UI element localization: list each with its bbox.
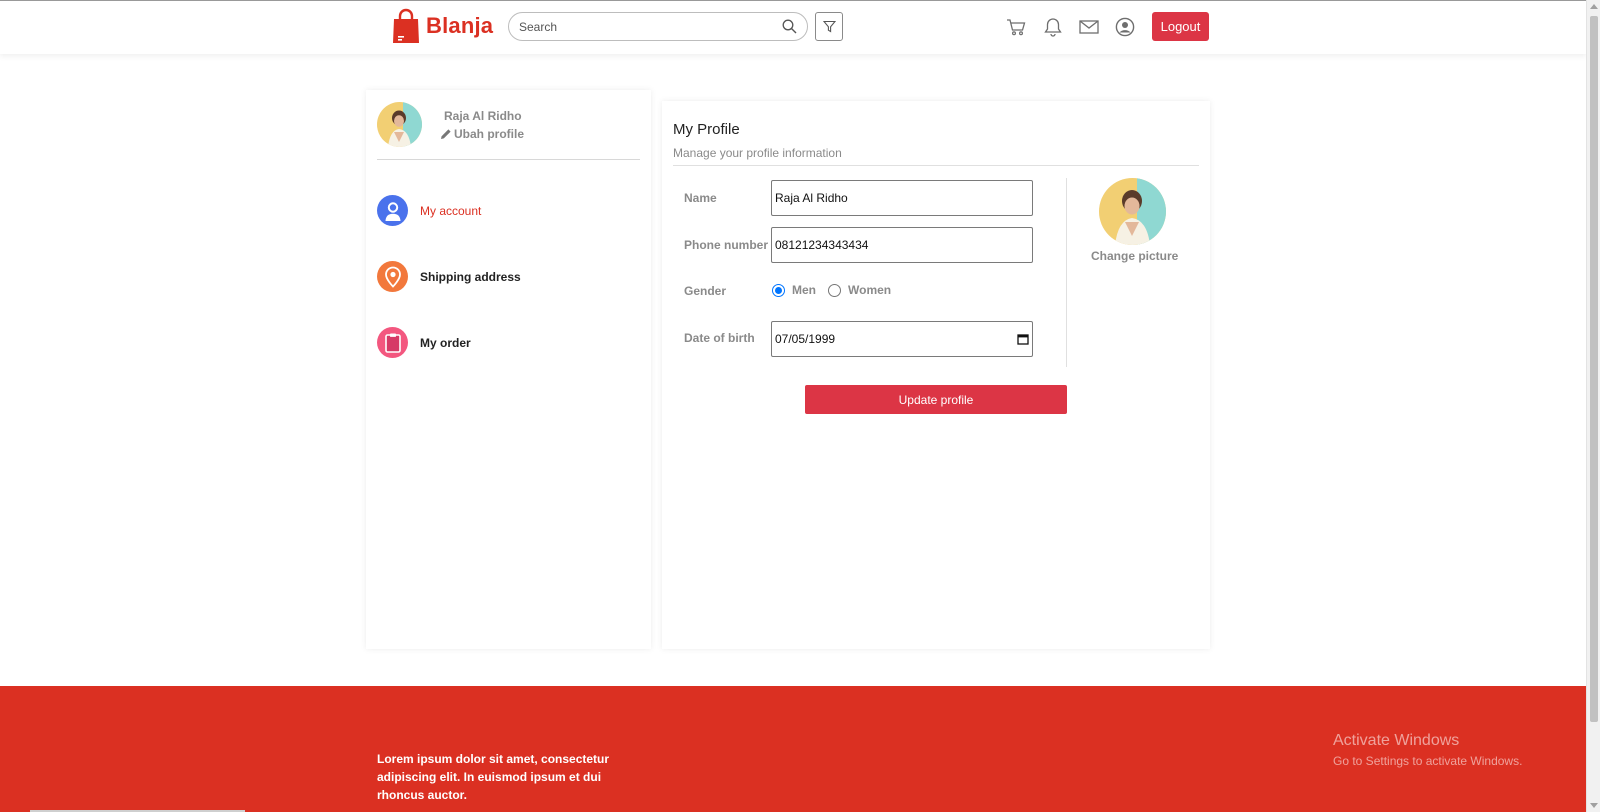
edit-profile-label: Ubah profile [454, 127, 525, 141]
scrollbar[interactable] [1586, 0, 1600, 812]
watermark-title: Activate Windows [1333, 732, 1460, 749]
top-navbar: Blanja Search Logout [0, 0, 1586, 54]
brand-logo[interactable]: Blanja [392, 8, 493, 44]
sidebar-item-my-order[interactable]: My order [377, 327, 471, 358]
bell-icon[interactable] [1042, 16, 1064, 38]
radio-label: Women [848, 283, 892, 297]
dob-value: 07/05/1999 [775, 332, 836, 346]
user-icon [377, 195, 408, 226]
filter-button[interactable] [815, 12, 843, 41]
sidebar-divider [377, 159, 640, 160]
card-divider [673, 165, 1199, 166]
search-icon[interactable] [782, 19, 797, 34]
scrollbar-thumb[interactable] [1590, 16, 1598, 722]
avatar [377, 102, 422, 147]
logout-button[interactable]: Logout [1152, 12, 1209, 41]
activate-windows-watermark: Activate Windows Go to Settings to activ… [1333, 732, 1522, 768]
dob-field[interactable]: 07/05/1999 [771, 321, 1033, 357]
page-title: My Profile [673, 121, 740, 138]
radio-label: Men [792, 283, 816, 297]
sidebar-item-label: Shipping address [420, 269, 521, 284]
page-subtitle: Manage your profile information [673, 146, 842, 160]
vertical-divider [1066, 178, 1067, 367]
user-circle-icon[interactable] [1114, 16, 1136, 38]
filter-icon [822, 20, 836, 33]
gender-radio-men[interactable]: Men [772, 283, 816, 297]
name-label: Name [684, 191, 717, 205]
search-bar[interactable] [508, 12, 808, 41]
change-picture-link[interactable]: Change picture [1091, 249, 1178, 263]
footer: Lorem ipsum dolor sit amet, consectetur … [0, 686, 1586, 812]
calendar-icon[interactable] [1017, 333, 1029, 345]
sidebar-item-my-account[interactable]: My account [377, 195, 481, 226]
location-pin-icon [377, 261, 408, 292]
cart-icon[interactable] [1005, 16, 1027, 38]
sidebar-item-shipping-address[interactable]: Shipping address [377, 261, 521, 292]
sidebar-item-label: My account [420, 203, 482, 218]
gender-label: Gender [684, 284, 727, 298]
profile-sidebar: Raja Al Ridho Ubah profile My account Sh… [366, 90, 651, 649]
mail-icon[interactable] [1078, 16, 1100, 38]
sidebar-item-label: My order [420, 335, 471, 350]
sidebar-user-name: Raja Al Ridho [444, 109, 522, 123]
brand-name: Blanja [426, 13, 494, 38]
profile-picture[interactable] [1099, 178, 1166, 245]
profile-card: My Profile Manage your profile informati… [662, 101, 1210, 649]
shopping-bag-icon [393, 8, 419, 43]
name-field[interactable]: Raja Al Ridho [771, 180, 1033, 216]
edit-profile-link[interactable]: Ubah profile [440, 127, 524, 141]
dob-label: Date of birth [684, 331, 755, 345]
scroll-up-icon[interactable] [1590, 4, 1598, 9]
search-input[interactable] [519, 19, 782, 34]
watermark-subtitle: Go to Settings to activate Windows. [1333, 754, 1523, 768]
gender-radio-women[interactable]: Women [828, 283, 891, 297]
radio-button-checked[interactable] [772, 283, 785, 297]
footer-description: Lorem ipsum dolor sit amet, consectetur … [377, 752, 610, 802]
phone-field[interactable]: 08121234343434 [771, 227, 1033, 263]
update-profile-button[interactable]: Update profile [805, 385, 1067, 414]
pencil-icon [441, 129, 451, 139]
clipboard-icon [377, 327, 408, 358]
scroll-down-icon[interactable] [1590, 803, 1598, 808]
radio-button[interactable] [828, 283, 841, 297]
phone-label: Phone number [684, 238, 769, 252]
